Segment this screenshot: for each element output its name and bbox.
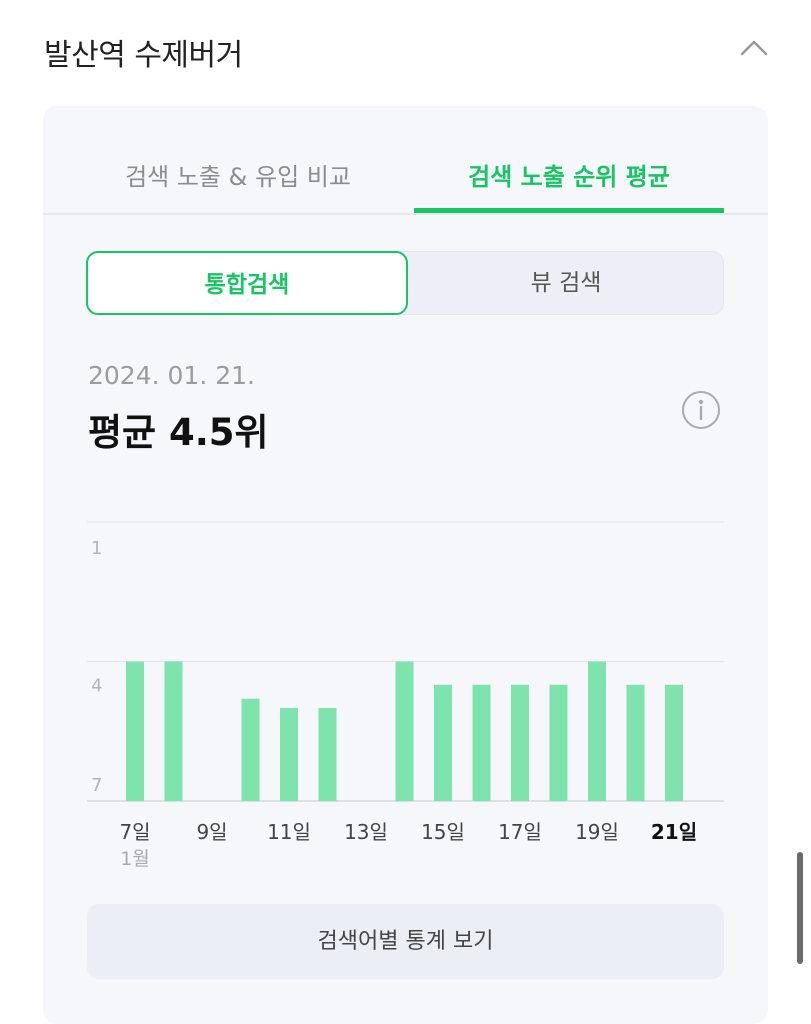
- tab-exposure-inflow[interactable]: 검색 노출 & 유입 비교: [83, 160, 393, 214]
- collapse-button[interactable]: [732, 30, 776, 70]
- bar-day-19: [588, 661, 606, 801]
- scrollbar[interactable]: [797, 852, 803, 964]
- x-tick-label: 11일: [267, 820, 311, 844]
- y-tick-label: 1: [91, 538, 102, 559]
- info-button[interactable]: [681, 390, 721, 430]
- bar-day-21: [665, 684, 683, 801]
- bar-day-8: [164, 661, 183, 801]
- bar-day-10: [241, 698, 260, 801]
- bar-day-20: [626, 684, 645, 801]
- tab-bar: 검색 노출 & 유입 비교 검색 노출 순위 평균: [43, 106, 768, 215]
- bar-day-17: [511, 684, 529, 801]
- keyword-stats-button[interactable]: 검색어별 통계 보기: [87, 904, 724, 979]
- tab-divider: [43, 213, 768, 215]
- bar-day-7: [126, 661, 144, 801]
- x-month-label: 1월: [120, 848, 150, 870]
- search-type-toggle: 통합검색 뷰 검색: [86, 251, 724, 315]
- bar-day-18: [549, 684, 568, 801]
- date-label: 2024. 01. 21.: [88, 361, 255, 390]
- bar-day-15: [434, 684, 452, 801]
- bar-day-12: [318, 708, 337, 801]
- info-icon: [682, 391, 720, 429]
- x-tick-label: 9일: [196, 820, 227, 844]
- bar-day-14: [395, 661, 414, 801]
- header-title: 발산역 수제버거: [44, 38, 243, 73]
- y-tick-label: 7: [91, 775, 102, 796]
- chevron-up-icon: [740, 40, 768, 56]
- x-tick-label: 17일: [498, 820, 542, 844]
- x-tick-label: 19일: [575, 820, 619, 844]
- bar-day-11: [280, 708, 298, 801]
- x-tick-label: 7일: [119, 820, 150, 844]
- integrated-search-button[interactable]: 통합검색: [86, 251, 408, 315]
- x-tick-label: 13일: [344, 820, 388, 844]
- bar-day-16: [472, 684, 491, 801]
- rank-chart: 1 4 7 7일 9일 11일 13일 15일 17일 19일 21일 1월: [87, 521, 724, 870]
- average-rank: 평균 4.5위: [88, 411, 269, 454]
- y-tick-label: 4: [91, 676, 102, 697]
- view-search-button[interactable]: 뷰 검색: [408, 252, 724, 314]
- tab-rank-average[interactable]: 검색 노출 순위 평균: [414, 160, 724, 214]
- x-tick-label: 15일: [421, 820, 465, 844]
- x-tick-label: 21일: [651, 820, 697, 844]
- stats-card: 검색 노출 & 유입 비교 검색 노출 순위 평균 통합검색 뷰 검색 2024…: [43, 106, 768, 1024]
